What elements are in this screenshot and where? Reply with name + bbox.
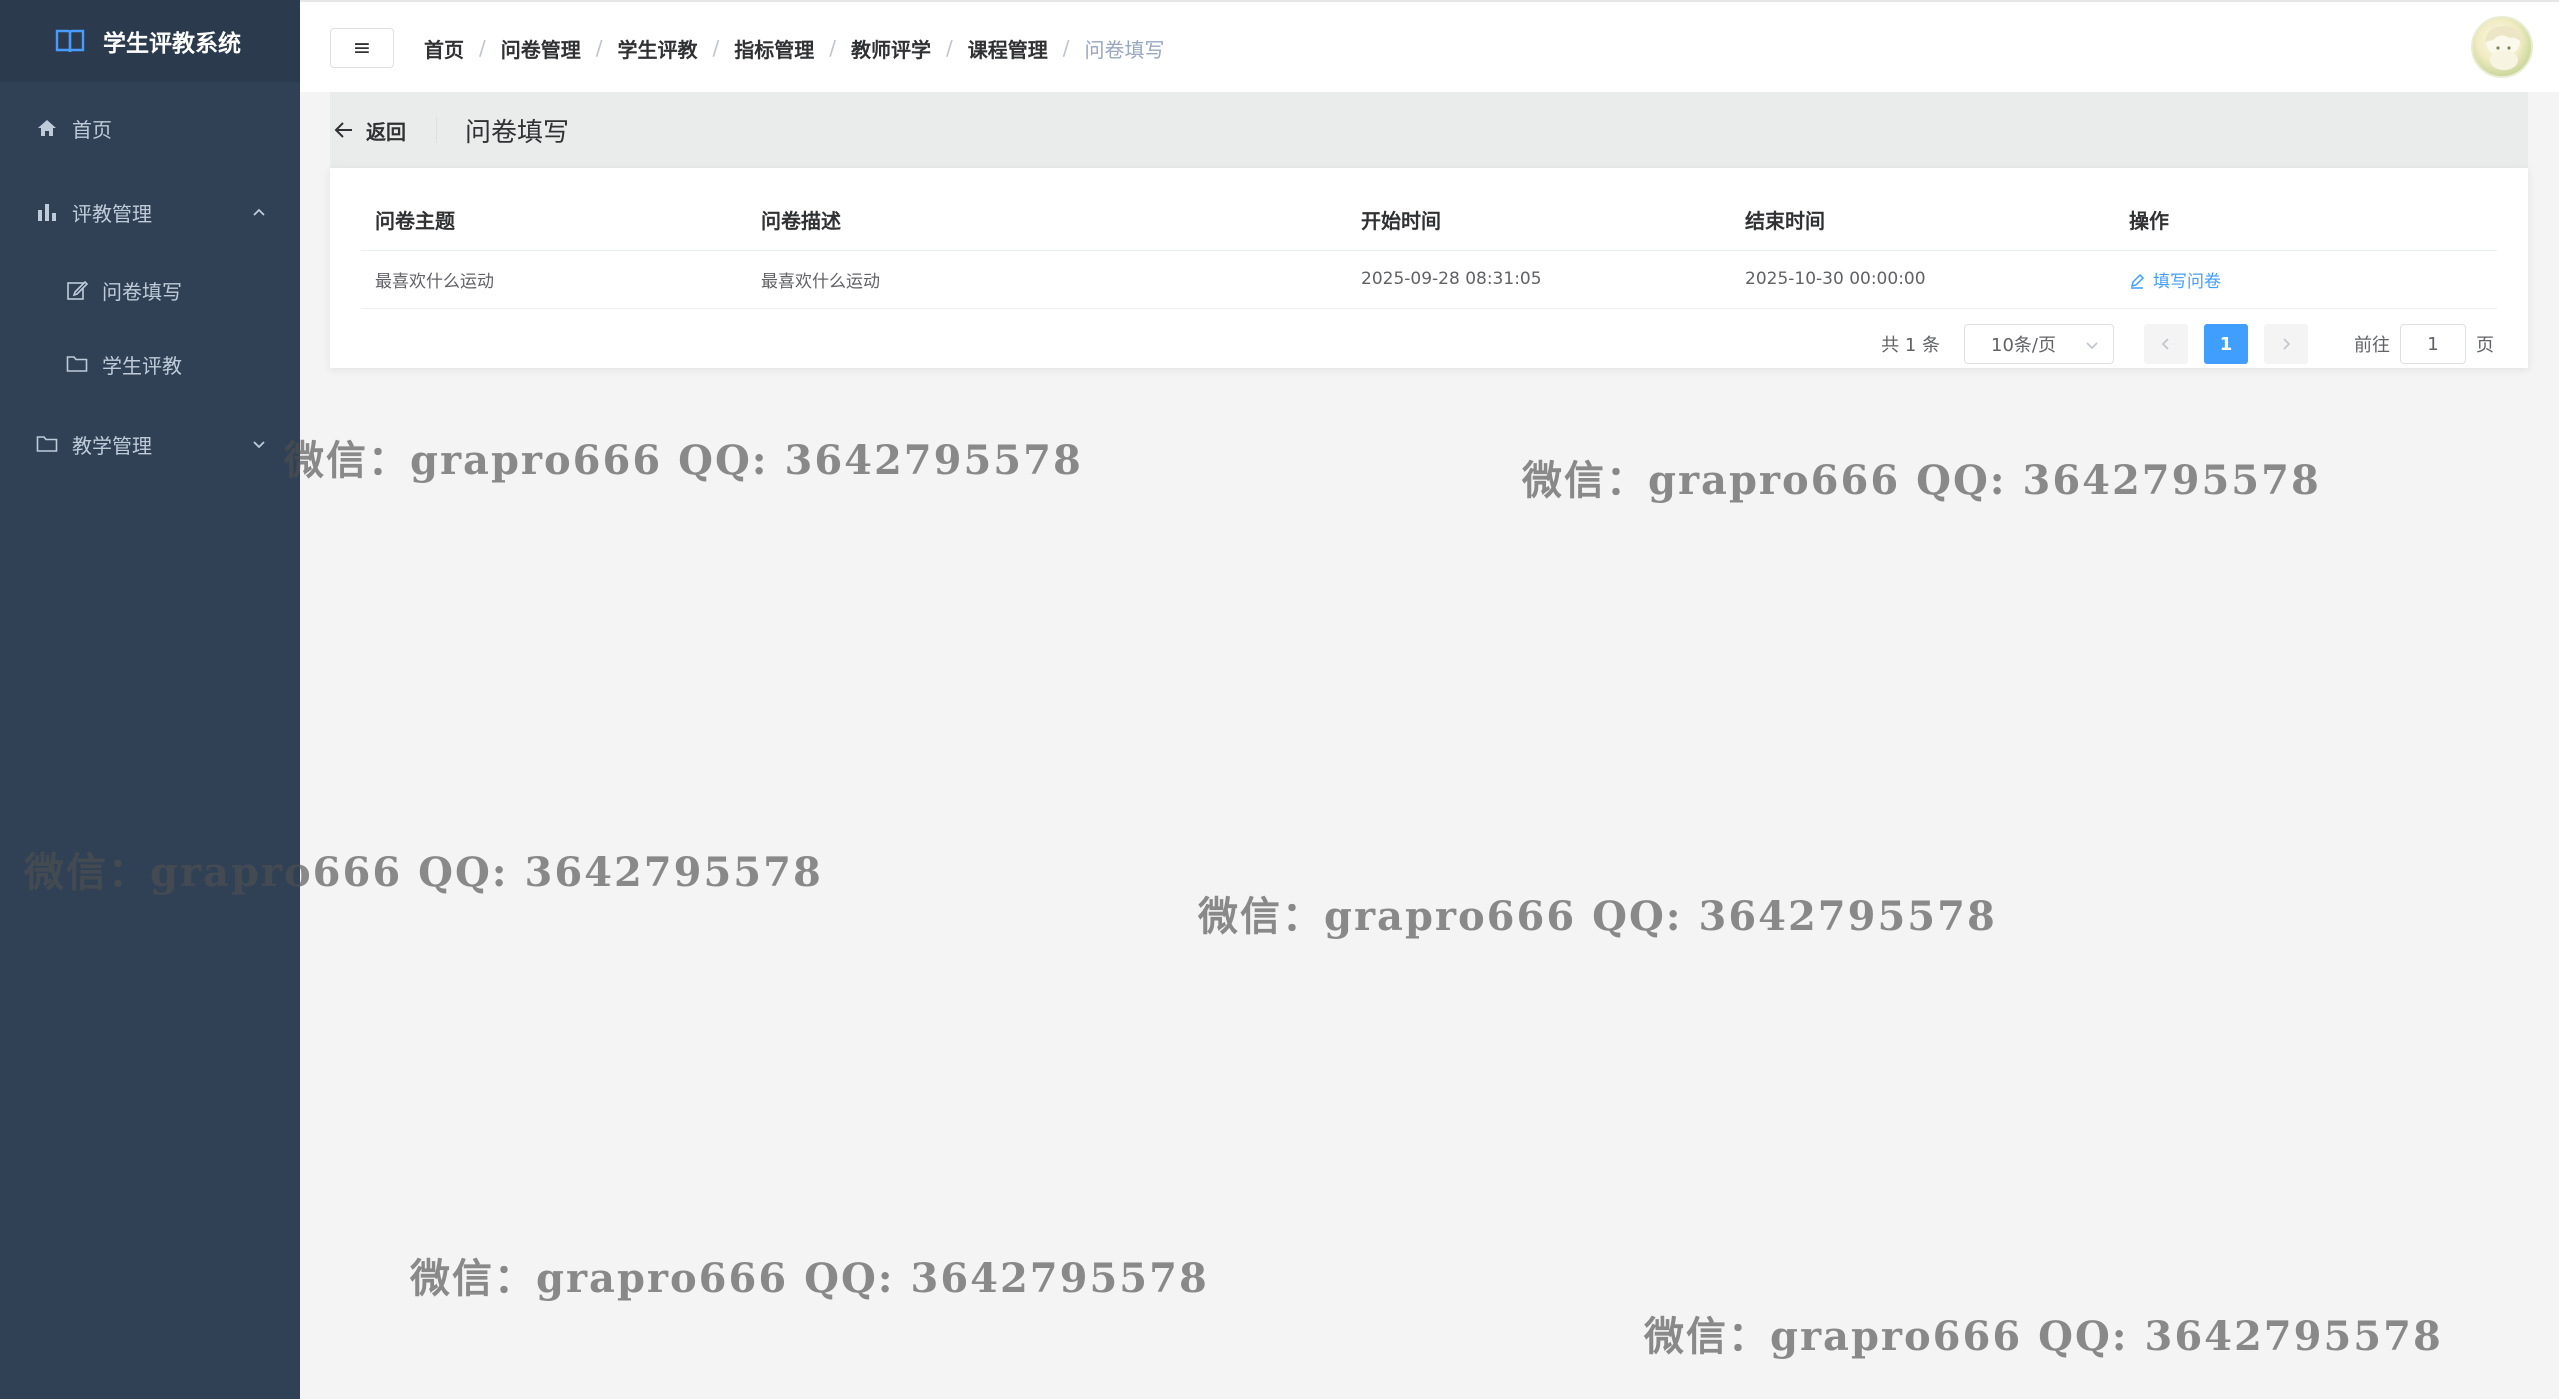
breadcrumb-teacher-evaluation[interactable]: 教师评学 (851, 34, 931, 63)
cell-start-time: 2025-09-28 08:31:05 (1347, 250, 1731, 309)
breadcrumb-separator: / (595, 36, 603, 60)
breadcrumb-course-management[interactable]: 课程管理 (968, 34, 1048, 63)
header-divider (436, 117, 437, 143)
bar-chart-icon (36, 201, 58, 223)
sidebar-item-teaching-management[interactable]: 教学管理 (0, 412, 300, 476)
back-button[interactable]: 返回 (334, 116, 406, 145)
chevron-down-icon (253, 441, 265, 449)
avatar-image (2485, 26, 2523, 70)
app-title: 学生评教系统 (103, 31, 241, 57)
watermark-text: 微信：grapro666 QQ: 3642795578 (1198, 893, 1997, 940)
home-icon (36, 117, 58, 139)
breadcrumb-separator: / (946, 36, 953, 60)
chevron-up-icon (253, 208, 265, 216)
page-size-select[interactable]: 10条/页 (1964, 324, 2114, 364)
next-page-button[interactable] (2264, 324, 2308, 364)
cell-description: 最喜欢什么运动 (747, 250, 1347, 309)
edit-icon (66, 279, 88, 301)
sidebar-item-label: 评教管理 (72, 201, 152, 226)
cell-end-time: 2025-10-30 00:00:00 (1731, 250, 2115, 309)
sidebar-item-label: 学生评教 (102, 353, 182, 378)
watermark-text: 微信：grapro666 QQ: 3642795578 (1644, 1313, 2443, 1360)
page-title: 问卷填写 (465, 117, 570, 148)
chevron-left-icon (2161, 338, 2169, 350)
breadcrumb-separator: / (479, 36, 486, 60)
page-number-button[interactable]: 1 (2204, 324, 2248, 364)
watermark-text: 微信：grapro666 QQ: 3642795578 (284, 437, 1083, 484)
breadcrumb-separator: / (829, 36, 836, 60)
sidebar-item-student-evaluation[interactable]: 学生评教 (0, 332, 300, 396)
column-header-action: 操作 (2115, 190, 2497, 251)
breadcrumb-current: 问卷填写 (1084, 37, 1165, 62)
prev-page-button[interactable] (2144, 324, 2188, 364)
sidebar: 学生评教系统 首页 评教管理 问卷填写 学生评教 教学管理 (0, 0, 300, 1399)
folder-icon (36, 433, 58, 455)
breadcrumb-student-evaluation[interactable]: 学生评教 (618, 34, 698, 63)
hamburger-icon: ≡ (352, 35, 372, 61)
cell-topic: 最喜欢什么运动 (361, 250, 747, 309)
pagination-total: 共 1 条 (1881, 335, 1940, 356)
fill-questionnaire-button[interactable]: 填写问卷 (2129, 272, 2221, 292)
folder-icon (66, 353, 88, 375)
pencil-icon (2130, 273, 2145, 289)
column-header-start-time: 开始时间 (1347, 190, 1731, 251)
breadcrumb: 首页 / 问卷管理 / 学生评教 / 指标管理 / 教师评学 / 课程管理 / … (424, 2, 1165, 94)
page-size-value: 10条/页 (1991, 335, 2056, 356)
watermark-text: 微信：grapro666 QQ: 3642795578 (1522, 457, 2321, 504)
top-navbar: ≡ 首页 / 问卷管理 / 学生评教 / 指标管理 / 教师评学 / 课程管理 … (300, 0, 2559, 92)
breadcrumb-home[interactable]: 首页 (424, 34, 464, 63)
questionnaire-card: 问卷主题 问卷描述 开始时间 结束时间 操作 最喜欢什么运动 最喜欢什么运动 2… (330, 168, 2528, 368)
column-header-description: 问卷描述 (747, 190, 1347, 251)
breadcrumb-questionnaire-management[interactable]: 问卷管理 (501, 34, 581, 63)
page-header: 返回 问卷填写 (330, 92, 2528, 168)
sidebar-item-label: 首页 (72, 117, 112, 142)
watermark-text: 微信：grapro666 QQ: 3642795578 (410, 1255, 1209, 1302)
sidebar-item-home[interactable]: 首页 (0, 96, 300, 160)
table-header-row: 问卷主题 问卷描述 开始时间 结束时间 操作 (361, 190, 2497, 251)
breadcrumb-separator: / (1062, 36, 1070, 60)
column-header-topic: 问卷主题 (361, 190, 747, 251)
chevron-down-icon (2086, 342, 2098, 350)
sidebar-item-evaluation-management[interactable]: 评教管理 (0, 180, 300, 244)
hamburger-button[interactable]: ≡ (330, 28, 394, 68)
book-icon (55, 29, 85, 53)
goto-page-input[interactable]: 1 (2400, 324, 2466, 364)
questionnaire-table: 问卷主题 问卷描述 开始时间 结束时间 操作 最喜欢什么运动 最喜欢什么运动 2… (361, 190, 2497, 309)
pagination: 共 1 条 10条/页 1 前往 1 页 (1881, 324, 2494, 364)
sidebar-item-label: 教学管理 (72, 433, 152, 458)
breadcrumb-indicator-management[interactable]: 指标管理 (734, 34, 814, 63)
breadcrumb-separator: / (712, 36, 720, 60)
page-suffix: 页 (2476, 335, 2494, 356)
sidebar-item-questionnaire-fill[interactable]: 问卷填写 (0, 258, 300, 322)
column-header-end-time: 结束时间 (1731, 190, 2115, 251)
table-row: 最喜欢什么运动 最喜欢什么运动 2025-09-28 08:31:05 2025… (361, 250, 2497, 309)
chevron-right-icon (2283, 338, 2291, 350)
goto-label: 前往 (2354, 335, 2390, 356)
arrow-left-icon (334, 122, 352, 138)
sidebar-item-label: 问卷填写 (102, 279, 182, 304)
app-logo[interactable]: 学生评教系统 (0, 0, 300, 82)
avatar[interactable] (2471, 16, 2533, 78)
fill-questionnaire-label: 填写问卷 (2153, 271, 2221, 292)
cell-action: 填写问卷 (2115, 250, 2497, 309)
back-label: 返回 (366, 119, 406, 144)
